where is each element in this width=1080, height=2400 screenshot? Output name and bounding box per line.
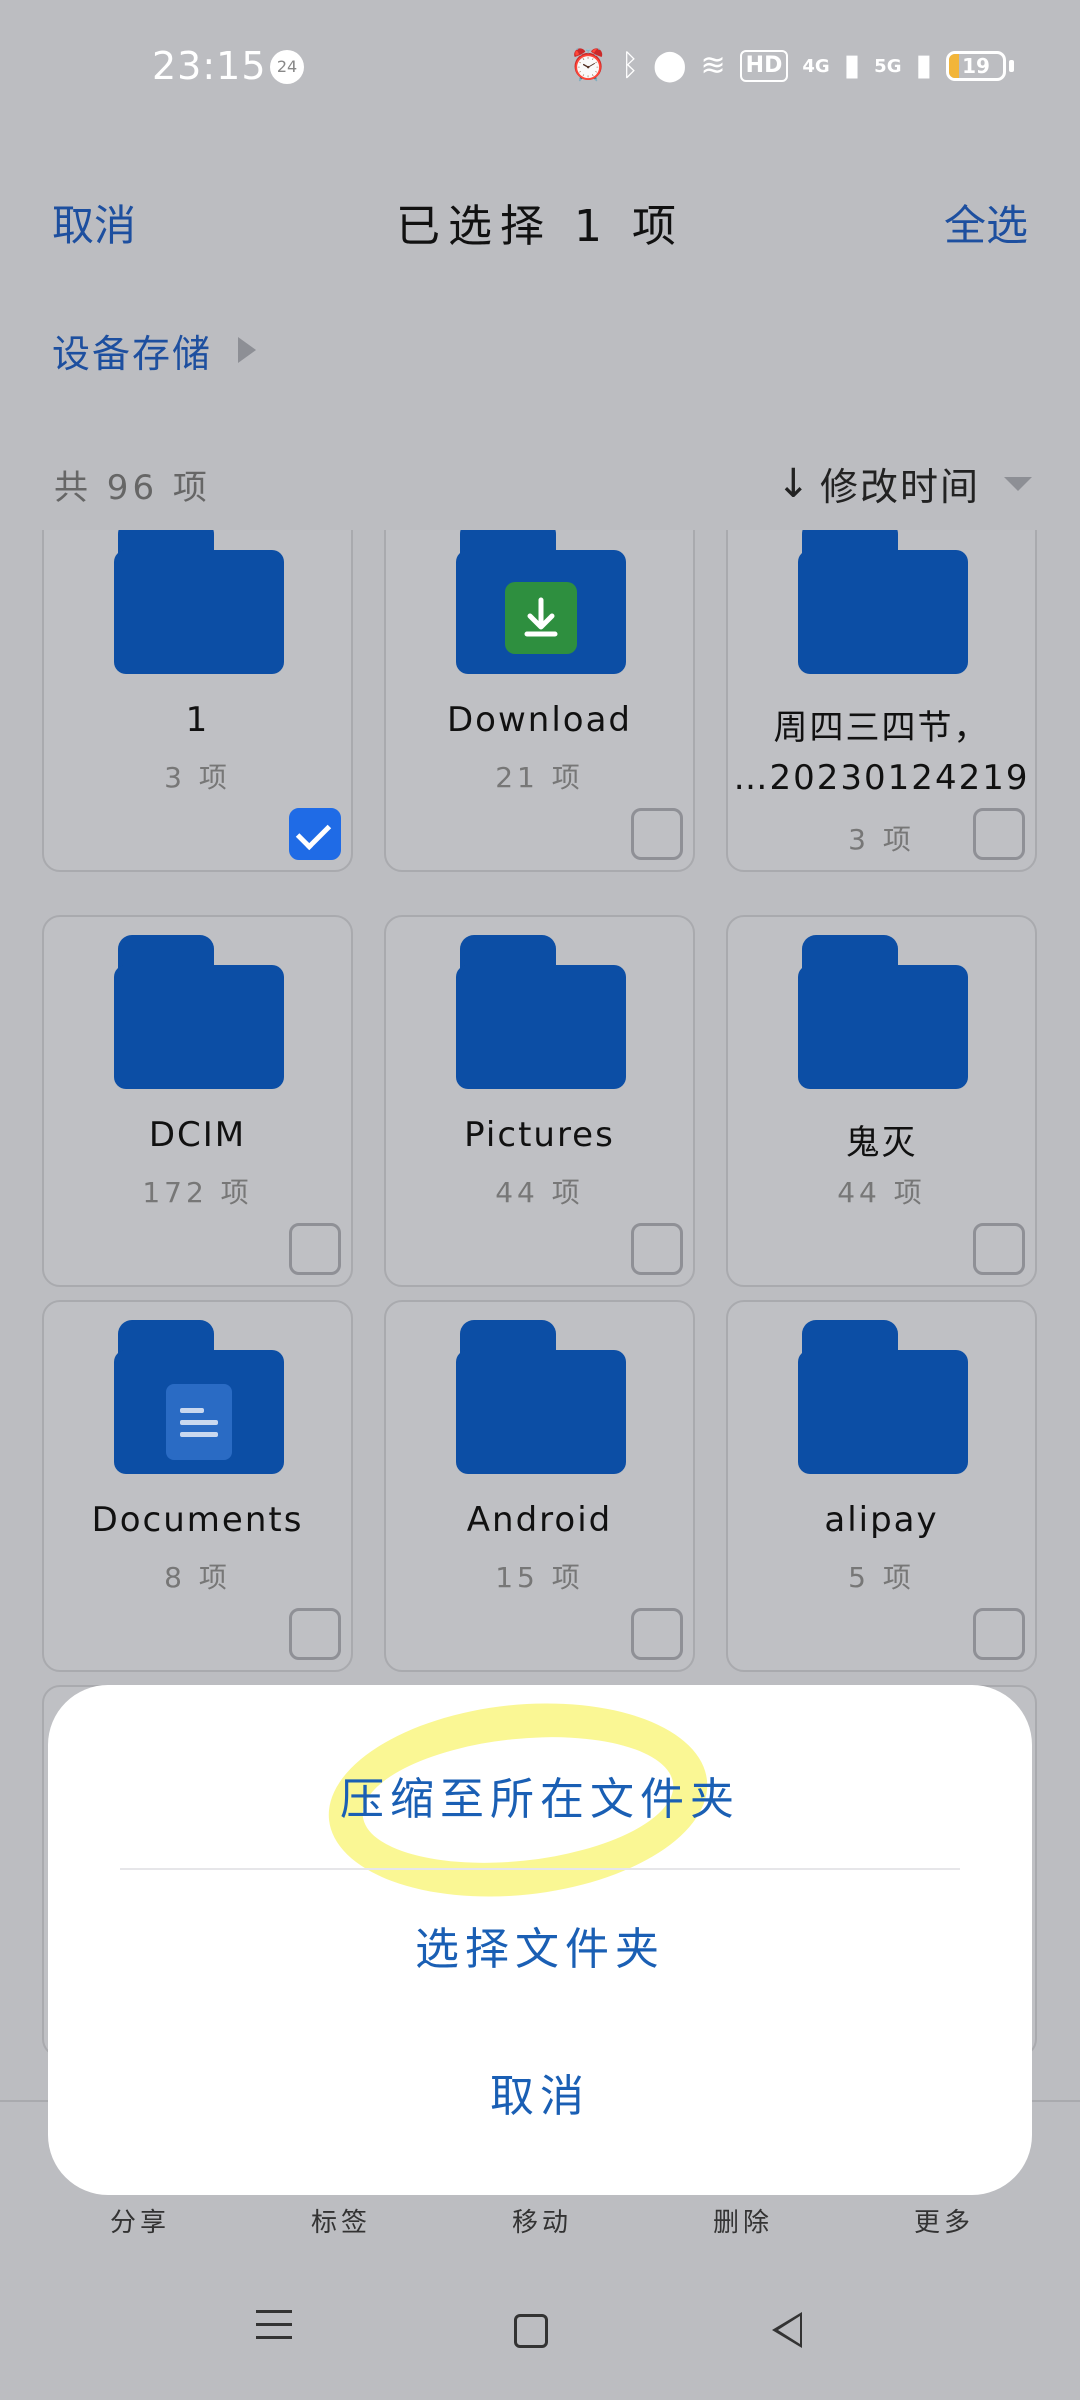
sort-direction-icon[interactable]: ↓ — [776, 461, 810, 507]
action-sheet: 压缩至所在文件夹 选择文件夹 取消 — [48, 1685, 1032, 2195]
folder-card[interactable]: Documents 8 项 — [42, 1300, 353, 1672]
wifi-icon: ≋ — [700, 48, 726, 83]
folder-checkbox[interactable] — [973, 1223, 1025, 1275]
folder-name: Documents — [91, 1500, 304, 1540]
folder-card[interactable]: Download 21 项 — [384, 530, 695, 872]
more-button[interactable]: 更多 — [914, 2202, 974, 2239]
folder-item-count: 44 项 — [837, 1176, 926, 1209]
alarm-icon: ⏰ — [569, 48, 607, 83]
system-nav-bar — [0, 2270, 1080, 2400]
folder-item-count: 3 项 — [164, 761, 231, 794]
folder-icon — [798, 935, 968, 1095]
folder-card[interactable]: 1 3 项 — [42, 530, 353, 872]
folder-icon — [456, 935, 626, 1095]
signal-5g-icon: 5G — [874, 55, 902, 77]
choose-folder-option[interactable]: 选择文件夹 — [48, 1913, 1032, 1977]
location-icon: ⬤ — [652, 48, 687, 83]
menu-icon[interactable] — [256, 2310, 292, 2349]
move-button[interactable]: 移动 — [512, 2202, 572, 2239]
folder-checkbox[interactable] — [289, 808, 341, 860]
caret-down-icon[interactable] — [1004, 476, 1032, 491]
folder-checkbox[interactable] — [973, 1608, 1025, 1660]
folder-name: 1 — [185, 700, 210, 740]
battery-level: 19 — [962, 54, 990, 78]
folder-name: 鬼灭 — [845, 1123, 918, 1163]
home-icon[interactable] — [514, 2314, 548, 2348]
folder-name: 周四三四节， — [773, 708, 990, 748]
list-summary: 共 96 项 ↓ 修改时间 — [0, 450, 1080, 510]
battery-icon: 19 — [946, 51, 1014, 81]
folder-icon — [798, 1320, 968, 1480]
folder-icon — [456, 530, 626, 680]
breadcrumb[interactable]: 设备存储 — [52, 320, 257, 380]
folder-checkbox[interactable] — [631, 1608, 683, 1660]
folder-item-count: 8 项 — [164, 1561, 231, 1594]
bluetooth-icon: ᛒ — [620, 48, 639, 83]
folder-icon — [114, 530, 284, 680]
status-icons: ⏰ ᛒ ⬤ ≋ HD 4G ▮ 5G ▮ 19 — [570, 42, 1014, 90]
folder-card[interactable]: 鬼灭 44 项 — [726, 915, 1037, 1287]
sort-label[interactable]: 修改时间 — [820, 456, 980, 511]
divider — [120, 1868, 960, 1870]
folder-item-count: 172 项 — [142, 1176, 253, 1209]
folder-item-count: 21 项 — [495, 761, 584, 794]
folder-checkbox[interactable] — [289, 1608, 341, 1660]
folder-name: alipay — [824, 1500, 939, 1540]
item-count: 共 96 项 — [54, 468, 211, 508]
select-all-button[interactable]: 全选 — [944, 192, 1028, 253]
hd-icon: HD — [739, 50, 789, 82]
folder-icon — [456, 1320, 626, 1480]
compress-to-folder-option[interactable]: 压缩至所在文件夹 — [48, 1763, 1032, 1827]
signal-icon: ▮ — [843, 48, 861, 83]
folder-checkbox[interactable] — [289, 1223, 341, 1275]
back-icon-inner — [778, 2316, 800, 2344]
notification-badge: 24 — [270, 50, 304, 84]
folder-card[interactable]: 周四三四节， …20230124219 3 项 — [726, 530, 1037, 872]
folder-card[interactable]: alipay 5 项 — [726, 1300, 1037, 1672]
page-title: 已选择 1 项 — [396, 201, 684, 252]
tag-button[interactable]: 标签 — [311, 2202, 371, 2239]
folder-item-count: 5 项 — [848, 1561, 915, 1594]
folder-item-count: 15 项 — [495, 1561, 584, 1594]
folder-card[interactable]: Pictures 44 项 — [384, 915, 695, 1287]
folder-name: Pictures — [464, 1115, 615, 1155]
folder-item-count: 44 项 — [495, 1176, 584, 1209]
document-icon — [166, 1384, 232, 1460]
selection-header: 取消 已选择 1 项 全选 — [0, 180, 1080, 260]
delete-button[interactable]: 删除 — [713, 2202, 773, 2239]
folder-name-line2: …20230124219 — [733, 758, 1030, 798]
share-button[interactable]: 分享 — [110, 2202, 170, 2239]
folder-name: Android — [466, 1500, 613, 1540]
signal-icon: ▮ — [915, 48, 932, 83]
download-icon — [505, 582, 577, 654]
cancel-option[interactable]: 取消 — [48, 2060, 1032, 2124]
chevron-right-icon — [238, 337, 257, 363]
folder-name: Download — [446, 700, 632, 740]
folder-checkbox[interactable] — [631, 808, 683, 860]
sort-selector[interactable]: ↓ 修改时间 — [776, 456, 1032, 511]
status-time: 23:15 — [152, 44, 267, 88]
signal-4g-icon: 4G — [802, 55, 830, 77]
check-icon — [295, 814, 332, 851]
status-bar: 23:15 24 ⏰ ᛒ ⬤ ≋ HD 4G ▮ 5G ▮ 19 — [0, 0, 1080, 140]
folder-card[interactable]: Android 15 项 — [384, 1300, 695, 1672]
folder-icon — [114, 935, 284, 1095]
folder-card[interactable]: DCIM 172 项 — [42, 915, 353, 1287]
folder-checkbox[interactable] — [631, 1223, 683, 1275]
folder-name: DCIM — [148, 1115, 247, 1155]
folder-checkbox[interactable] — [973, 808, 1025, 860]
breadcrumb-device-storage[interactable]: 设备存储 — [52, 323, 212, 378]
folder-icon — [798, 530, 968, 680]
folder-icon — [114, 1320, 284, 1480]
